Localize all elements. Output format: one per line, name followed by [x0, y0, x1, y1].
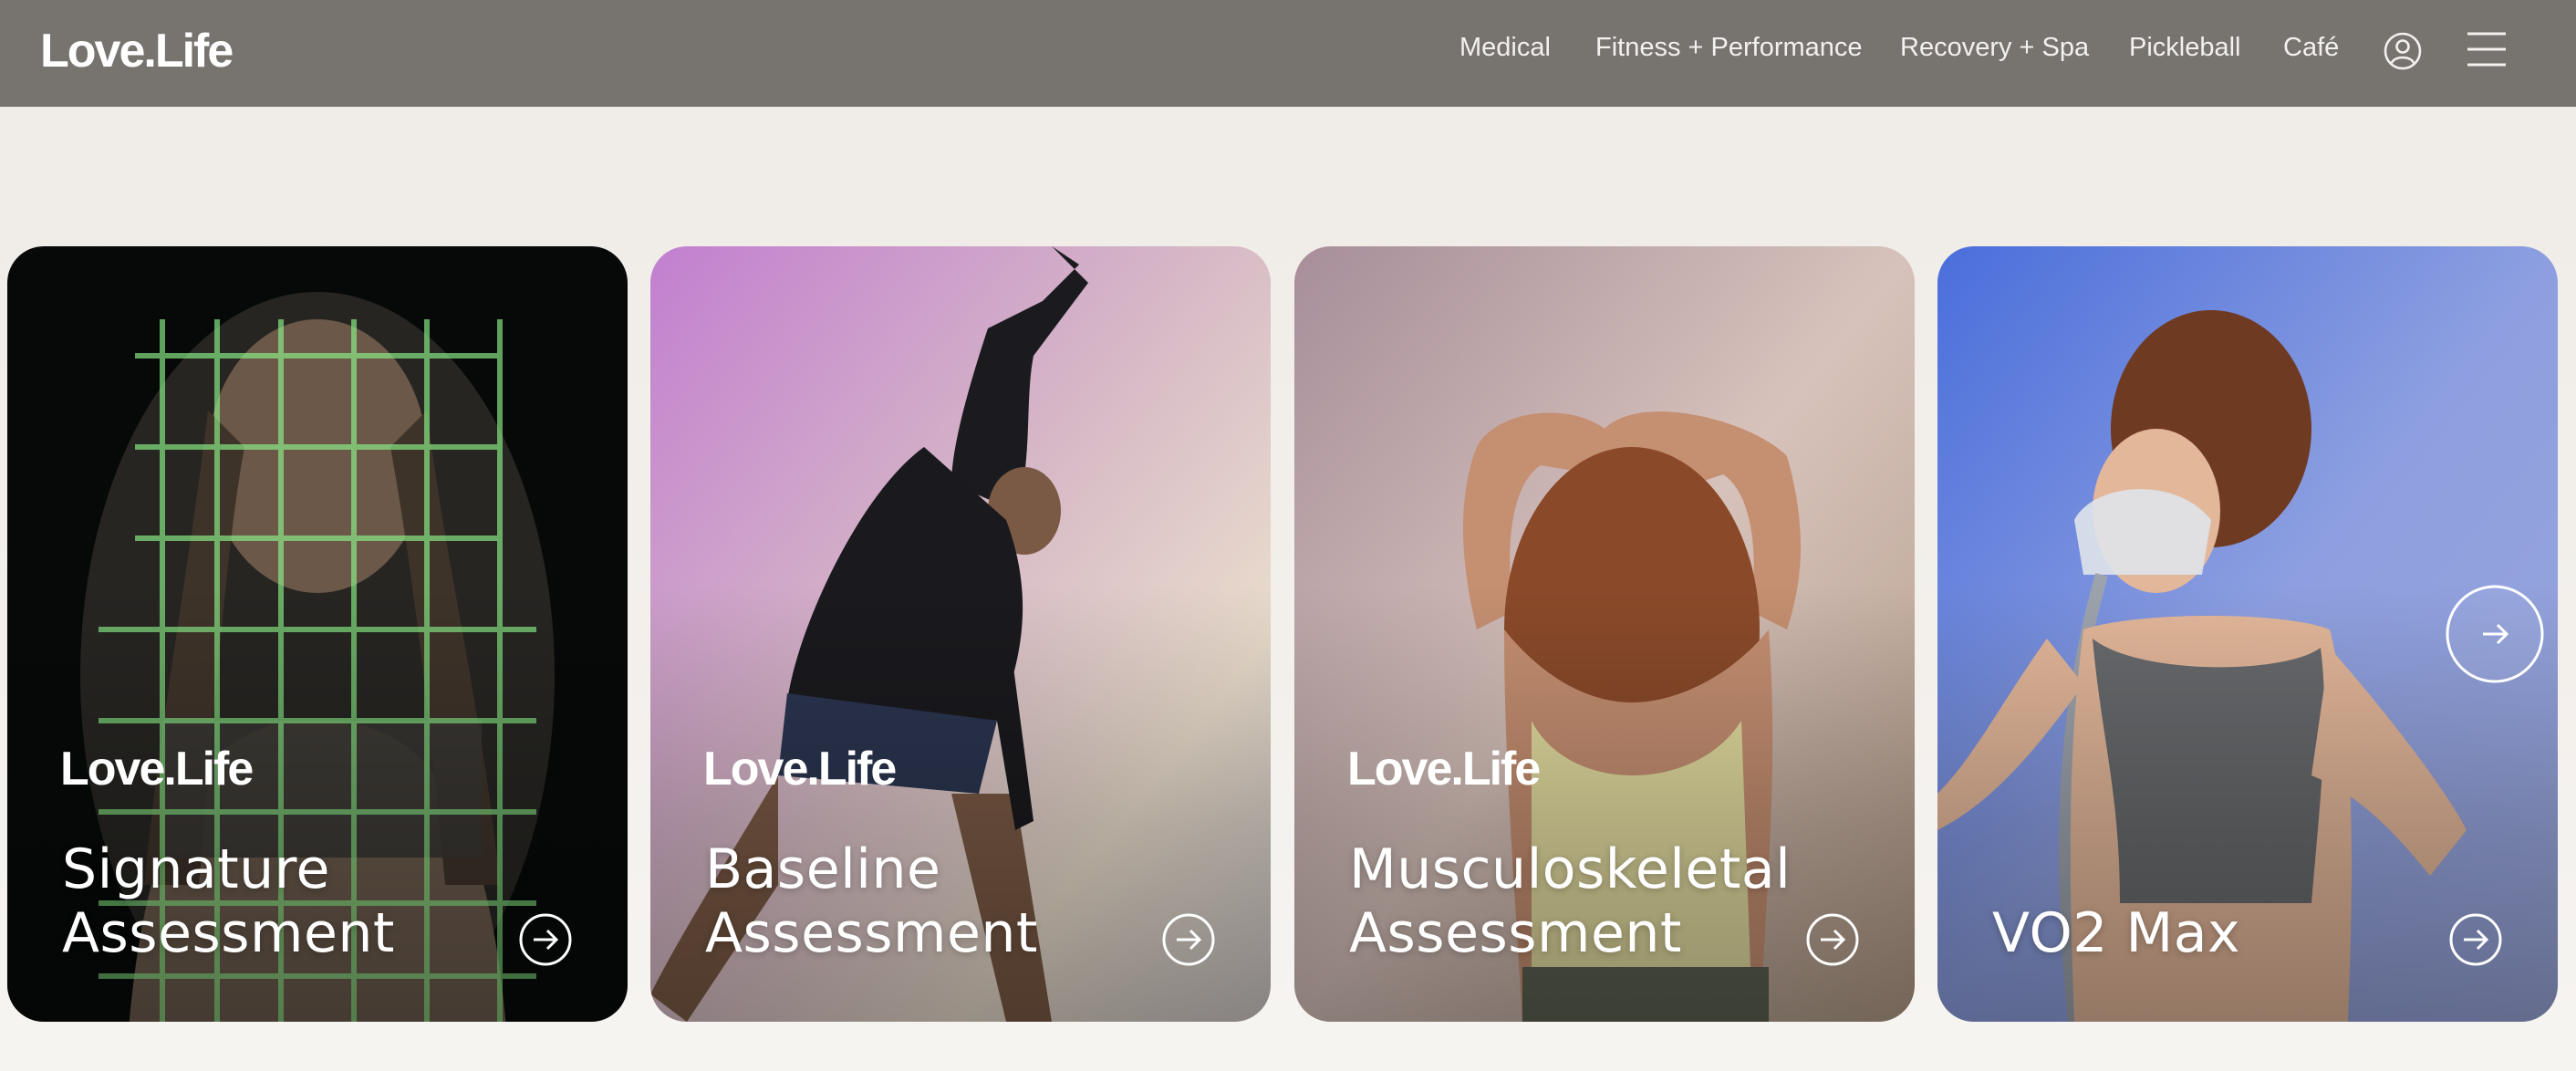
card-title: Musculoskeletal Assessment	[1349, 837, 1860, 965]
nav-medical[interactable]: Medical	[1459, 33, 1551, 63]
card-title: VO2 Max	[1992, 901, 2448, 965]
user-icon[interactable]	[2384, 32, 2422, 70]
card-logo: Love.Life	[703, 743, 897, 795]
card-title: Signature Assessment	[62, 837, 518, 965]
card-title-line2: Assessment	[62, 901, 395, 965]
card-title-line2: Assessment	[705, 901, 1038, 965]
card-title-line1: Signature	[62, 837, 330, 901]
menu-icon[interactable]	[2466, 30, 2508, 68]
carousel-next-arrow-icon[interactable]	[2445, 584, 2545, 684]
site-logo[interactable]: Love.Life	[40, 24, 234, 78]
card-title-line1: Musculoskeletal	[1349, 837, 1792, 901]
card-musculoskeletal-assessment[interactable]: Love.Life Musculoskeletal Assessment	[1294, 246, 1915, 1022]
nav-fitness-performance[interactable]: Fitness + Performance	[1595, 33, 1863, 63]
card-title: Baseline Assessment	[705, 837, 1161, 965]
arrow-right-circle-icon[interactable]	[1161, 912, 1216, 967]
nav-pickleball[interactable]: Pickleball	[2129, 33, 2241, 63]
arrow-right-circle-icon[interactable]	[2448, 912, 2503, 967]
card-title-line1: Baseline	[705, 837, 941, 901]
arrow-right-circle-icon[interactable]	[1805, 912, 1860, 967]
site-header: Love.Life Medical Fitness + Performance …	[0, 0, 2576, 107]
nav-recovery-spa[interactable]: Recovery + Spa	[1900, 33, 2089, 63]
card-title-line2: VO2 Max	[1992, 901, 2241, 965]
arrow-right-circle-icon[interactable]	[518, 912, 573, 967]
card-signature-assessment[interactable]: Love.Life Signature Assessment	[7, 246, 628, 1022]
card-logo: Love.Life	[60, 743, 254, 795]
nav-cafe[interactable]: Café	[2283, 33, 2339, 63]
card-title-line2: Assessment	[1349, 901, 1682, 965]
card-logo: Love.Life	[1347, 743, 1541, 795]
card-baseline-assessment[interactable]: Love.Life Baseline Assessment	[650, 246, 1271, 1022]
